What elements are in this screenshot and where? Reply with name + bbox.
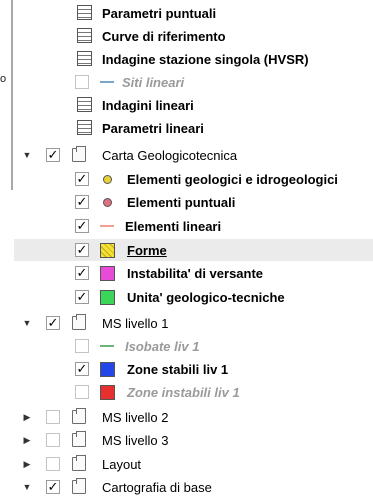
tree-row-carta-geologicotecnica[interactable]: ▼ ✓ Carta Geologicotecnica: [14, 144, 373, 166]
row-label: Carta Geologicotecnica: [102, 147, 238, 163]
row-label: MS livello 2: [102, 409, 169, 425]
layer-checkbox[interactable]: ✓: [75, 243, 89, 257]
line-symbol-icon: [100, 215, 114, 237]
tree-row-parametri-puntuali[interactable]: Parametri puntuali: [14, 2, 373, 24]
row-label: Zone instabili liv 1: [127, 384, 240, 400]
tree-row-ms-livello-3[interactable]: ▶ MS livello 3: [14, 429, 373, 451]
row-label: Parametri puntuali: [102, 5, 217, 21]
layer-checkbox[interactable]: ✓: [75, 195, 89, 209]
fill-symbol-icon: [100, 290, 115, 305]
tree-row-cartografia-di-base[interactable]: ▼ ✓ Cartografia di base: [14, 476, 373, 498]
line-symbol-icon: [100, 71, 114, 93]
chevron-down-icon[interactable]: ▼: [22, 476, 32, 498]
group-checkbox[interactable]: ✓: [46, 148, 60, 162]
tree-row-elementi-geologici[interactable]: ✓ Elementi geologici e idrogeologici: [14, 168, 373, 190]
tree-row-ms-livello-2[interactable]: ▶ MS livello 2: [14, 406, 373, 428]
tree-row-forme[interactable]: ✓ Forme: [14, 239, 373, 261]
fill-symbol-icon: [100, 266, 115, 281]
fill-symbol-icon: [100, 362, 115, 377]
tree-row-indagini-lineari[interactable]: Indagini lineari: [14, 94, 373, 116]
group-folder-icon: [72, 478, 86, 494]
layer-checkbox[interactable]: [75, 339, 89, 353]
group-folder-icon: [72, 408, 86, 424]
layer-tree[interactable]: Parametri puntuali Curve di riferimento …: [14, 0, 373, 496]
group-checkbox[interactable]: ✓: [46, 316, 60, 330]
row-label: Indagini lineari: [102, 97, 194, 113]
layer-checkbox[interactable]: [75, 75, 89, 89]
row-label: Siti lineari: [122, 74, 185, 90]
tree-row-instabilita-versante[interactable]: ✓ Instabilita' di versante: [14, 262, 373, 284]
tree-row-zone-stabili-liv-1[interactable]: ✓ Zone stabili liv 1: [14, 358, 373, 380]
group-folder-icon: [72, 455, 86, 471]
group-checkbox[interactable]: [46, 433, 60, 447]
fill-symbol-icon: [100, 385, 115, 400]
table-icon: [77, 97, 92, 112]
row-label: Curve di riferimento: [102, 28, 226, 44]
layer-checkbox[interactable]: ✓: [75, 266, 89, 280]
tree-row-parametri-lineari[interactable]: Parametri lineari: [14, 117, 373, 139]
group-folder-icon: [72, 146, 86, 162]
table-icon: [77, 5, 92, 20]
tree-row-zone-instabili-liv-1[interactable]: Zone instabili liv 1: [14, 381, 373, 403]
row-label: Instabilita' di versante: [127, 265, 264, 281]
left-panel-edge: o: [0, 0, 14, 496]
table-icon: [77, 120, 92, 135]
panel-divider[interactable]: [11, 0, 13, 190]
group-checkbox[interactable]: [46, 410, 60, 424]
tree-row-layout[interactable]: ▶ Layout: [14, 453, 373, 475]
point-symbol-icon: [100, 191, 114, 213]
row-label: MS livello 3: [102, 432, 169, 448]
row-label: Elementi puntuali: [127, 194, 236, 210]
row-label: Forme: [127, 242, 167, 258]
layer-checkbox[interactable]: ✓: [75, 362, 89, 376]
row-label: Layout: [102, 456, 142, 472]
row-label: Parametri lineari: [102, 120, 204, 136]
fill-symbol-icon: [100, 243, 115, 258]
row-label: Indagine stazione singola (HVSR): [102, 51, 309, 67]
row-label: Zone stabili liv 1: [127, 361, 229, 377]
chevron-right-icon[interactable]: ▶: [22, 453, 32, 475]
tree-row-curve-di-riferimento[interactable]: Curve di riferimento: [14, 25, 373, 47]
table-icon: [77, 51, 92, 66]
chevron-down-icon[interactable]: ▼: [22, 144, 32, 166]
tree-row-unita-geologico-tecniche[interactable]: ✓ Unita' geologico-tecniche: [14, 286, 373, 308]
line-symbol-icon: [100, 335, 114, 357]
row-label: Elementi lineari: [125, 218, 222, 234]
group-folder-icon: [72, 431, 86, 447]
chevron-right-icon[interactable]: ▶: [22, 406, 32, 428]
row-label: Unita' geologico-tecniche: [127, 289, 285, 305]
group-checkbox[interactable]: [46, 457, 60, 471]
row-label: Elementi geologici e idrogeologici: [127, 171, 338, 187]
layer-checkbox[interactable]: ✓: [75, 172, 89, 186]
table-icon: [77, 28, 92, 43]
chevron-down-icon[interactable]: ▼: [22, 312, 32, 334]
row-label: Isobate liv 1: [125, 338, 200, 354]
group-folder-icon: [72, 314, 86, 330]
tree-row-ms-livello-1[interactable]: ▼ ✓ MS livello 1: [14, 312, 373, 334]
layer-checkbox[interactable]: [75, 385, 89, 399]
tree-row-elementi-lineari[interactable]: ✓ Elementi lineari: [14, 215, 373, 237]
tree-row-elementi-puntuali[interactable]: ✓ Elementi puntuali: [14, 191, 373, 213]
tree-row-siti-lineari[interactable]: Siti lineari: [14, 71, 373, 93]
tree-row-isobate-liv-1[interactable]: Isobate liv 1: [14, 335, 373, 357]
point-symbol-icon: [100, 168, 114, 190]
left-panel-text: o: [0, 73, 7, 85]
layer-checkbox[interactable]: ✓: [75, 219, 89, 233]
row-label: Cartografia di base: [102, 479, 212, 495]
tree-row-indagine-hvsr[interactable]: Indagine stazione singola (HVSR): [14, 48, 373, 70]
row-label: MS livello 1: [102, 315, 169, 331]
group-checkbox[interactable]: ✓: [46, 480, 60, 494]
chevron-right-icon[interactable]: ▶: [22, 429, 32, 451]
layer-checkbox[interactable]: ✓: [75, 290, 89, 304]
